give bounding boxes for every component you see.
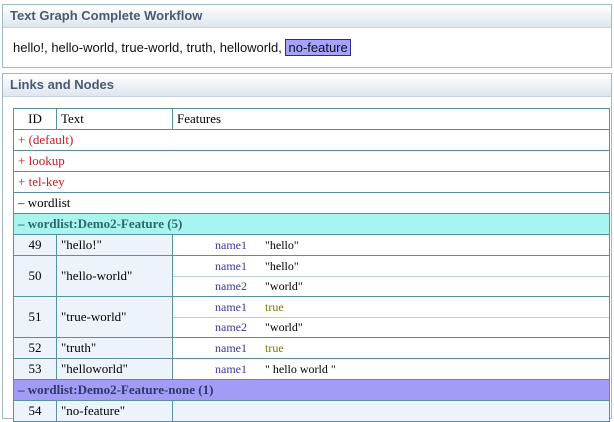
table-row[interactable]: 51 "true-world" name1 true name2 "world" bbox=[13, 296, 610, 338]
group-row[interactable]: – wordlist bbox=[13, 192, 610, 214]
token[interactable]: truth bbox=[186, 40, 212, 55]
feature-name: name1 bbox=[215, 237, 247, 252]
token-highlighted[interactable]: no-feature bbox=[285, 39, 351, 56]
links-nodes-panel: Links and Nodes ID Text Features + (defa… bbox=[2, 73, 612, 422]
row-text: "truth" bbox=[56, 337, 173, 359]
links-nodes-title: Links and Nodes bbox=[3, 74, 611, 97]
subgroup-label[interactable]: – wordlist:Demo2-Feature-none (1) bbox=[13, 379, 610, 401]
token[interactable]: true-world bbox=[121, 40, 179, 55]
feature-name: name1 bbox=[215, 299, 247, 314]
features-header: Features bbox=[172, 108, 610, 130]
feature-value: "world" bbox=[265, 278, 303, 293]
token-sentence: hello!, hello-world, true-world, truth, … bbox=[3, 28, 611, 56]
row-text: "helloworld" bbox=[56, 358, 173, 380]
feature-name: name2 bbox=[215, 319, 247, 334]
feature-entry: name2 "world" bbox=[173, 318, 609, 337]
feature-value: " hello world " bbox=[265, 361, 336, 376]
table-header: ID Text Features bbox=[13, 108, 610, 130]
subgroup-label[interactable]: – wordlist:Demo2-Feature (5) bbox=[13, 213, 610, 235]
row-id: 53 bbox=[13, 358, 57, 380]
row-features: name1 true name2 "world" bbox=[172, 296, 610, 338]
token[interactable]: hello-world bbox=[51, 40, 114, 55]
id-header: ID bbox=[13, 108, 57, 130]
group-label[interactable]: + tel-key bbox=[13, 171, 610, 193]
group-row[interactable]: + lookup bbox=[13, 150, 610, 172]
feature-name: name1 bbox=[215, 361, 247, 376]
table-row[interactable]: 53 "helloworld" name1 " hello world " bbox=[13, 358, 610, 380]
group-label[interactable]: – wordlist bbox=[13, 192, 610, 214]
row-features: name1 "hello" name2 "world" bbox=[172, 255, 610, 297]
group-label[interactable]: + lookup bbox=[13, 150, 610, 172]
feature-name: name2 bbox=[215, 278, 247, 293]
row-features: name1 "hello" bbox=[172, 234, 610, 256]
token[interactable]: helloworld bbox=[220, 40, 279, 55]
subgroup-row[interactable]: – wordlist:Demo2-Feature-none (1) bbox=[13, 379, 610, 401]
nodes-table: ID Text Features + (default) + lookup + … bbox=[13, 108, 610, 422]
row-text: "hello-world" bbox=[56, 255, 173, 297]
text-header: Text bbox=[56, 108, 173, 130]
row-features: name1 " hello world " bbox=[172, 358, 610, 380]
row-id: 50 bbox=[13, 255, 57, 297]
feature-value: true bbox=[265, 299, 284, 314]
feature-value: "hello" bbox=[265, 258, 299, 273]
row-text: "hello!" bbox=[56, 234, 173, 256]
token[interactable]: hello! bbox=[13, 40, 44, 55]
feature-value: "world" bbox=[265, 319, 303, 334]
feature-entry: name1 true bbox=[173, 339, 609, 358]
group-label[interactable]: + (default) bbox=[13, 129, 610, 151]
row-text: "no-feature" bbox=[56, 400, 173, 422]
row-text: "true-world" bbox=[56, 296, 173, 338]
table-row[interactable]: 54 "no-feature" bbox=[13, 400, 610, 422]
row-features bbox=[172, 400, 610, 422]
feature-entry: name1 "hello" bbox=[173, 257, 609, 277]
feature-name: name1 bbox=[215, 258, 247, 273]
feature-entry: name1 true bbox=[173, 298, 609, 318]
group-row[interactable]: + tel-key bbox=[13, 171, 610, 193]
feature-entry: name1 " hello world " bbox=[173, 360, 609, 379]
feature-entry: name1 "hello" bbox=[173, 236, 609, 255]
row-id: 51 bbox=[13, 296, 57, 338]
workflow-panel-title: Text Graph Complete Workflow bbox=[3, 5, 611, 28]
feature-entry: name2 "world" bbox=[173, 277, 609, 296]
table-row[interactable]: 52 "truth" name1 true bbox=[13, 337, 610, 359]
group-row[interactable]: + (default) bbox=[13, 129, 610, 151]
row-id: 52 bbox=[13, 337, 57, 359]
feature-name: name1 bbox=[215, 340, 247, 355]
table-row[interactable]: 49 "hello!" name1 "hello" bbox=[13, 234, 610, 256]
subgroup-row[interactable]: – wordlist:Demo2-Feature (5) bbox=[13, 213, 610, 235]
row-features: name1 true bbox=[172, 337, 610, 359]
workflow-panel: Text Graph Complete Workflow hello!, hel… bbox=[2, 4, 612, 68]
row-id: 54 bbox=[13, 400, 57, 422]
row-id: 49 bbox=[13, 234, 57, 256]
feature-value: true bbox=[265, 340, 284, 355]
table-row[interactable]: 50 "hello-world" name1 "hello" name2 "world" bbox=[13, 255, 610, 297]
feature-value: "hello" bbox=[265, 237, 299, 252]
